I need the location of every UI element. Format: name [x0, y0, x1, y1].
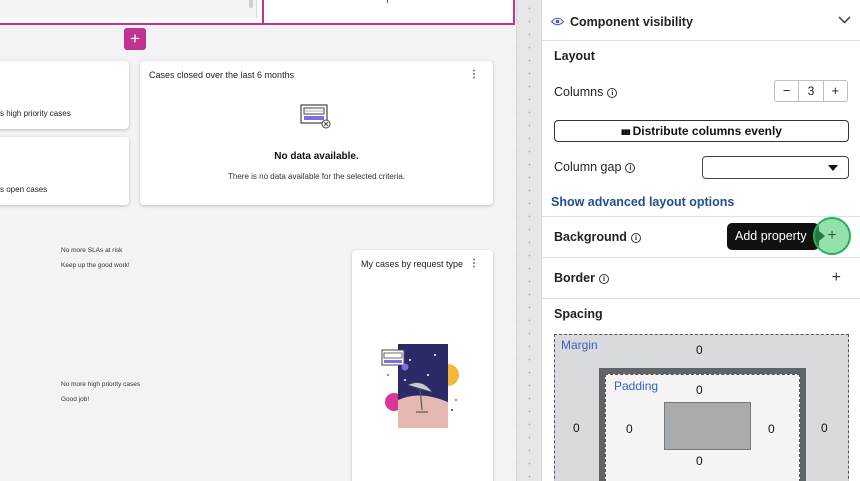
more-options-icon[interactable]: ⋮	[469, 259, 479, 269]
margin-box: Margin 0 0 0 Padding 0 0 0 0	[554, 334, 849, 481]
distribute-label: Distribute columns evenly	[632, 124, 782, 138]
info-icon[interactable]: i	[607, 88, 618, 98]
widget-title: Cases closed over the last 6 months	[149, 70, 295, 80]
add-property-tooltip: Add property	[727, 223, 825, 250]
divider	[542, 298, 860, 299]
high-priority-empty-title: No more high priority cases	[61, 381, 141, 388]
column-divider	[262, 0, 264, 23]
add-background-button[interactable]: +	[813, 217, 851, 255]
distribute-columns-button[interactable]: ▮▮▮ Distribute columns evenly	[554, 120, 849, 142]
margin-right-value[interactable]: 0	[821, 421, 828, 435]
component-visibility-header[interactable]: Component visibility	[542, 0, 860, 41]
empty-state-subtitle: There is no data available for the selec…	[228, 172, 405, 181]
padding-label: Padding	[614, 379, 659, 393]
column-gap-label: Column gap i	[554, 160, 636, 174]
padding-left-value[interactable]: 0	[626, 422, 633, 436]
columns-label-text: Columns	[554, 85, 604, 99]
widget-title: My cases by request type	[361, 259, 464, 269]
scrollbar[interactable]	[249, 0, 253, 8]
properties-panel: Component visibility Layout Columns i − 3…	[541, 0, 860, 481]
no-data-icon	[300, 104, 331, 129]
background-label: Background i	[554, 230, 641, 244]
columns-value[interactable]: 3	[798, 81, 824, 101]
high-priority-stat-card[interactable]: s high priority cases	[0, 61, 129, 129]
add-border-button[interactable]: +	[832, 269, 841, 287]
satellite-illustration	[381, 344, 459, 428]
chevron-down-icon[interactable]	[838, 16, 851, 24]
high-priority-empty-subtitle: Good job!	[61, 396, 90, 403]
border-label-text: Border	[554, 271, 595, 285]
more-options-icon[interactable]: ⋮	[469, 70, 479, 80]
padding-right-value[interactable]: 0	[768, 422, 775, 436]
plus-icon: +	[827, 227, 837, 244]
layout-section-title: Layout	[554, 49, 595, 63]
info-icon[interactable]: i	[598, 274, 609, 284]
dashboard-canvas: + s high priority cases s open cases Cas…	[0, 0, 516, 481]
selected-row-frame[interactable]	[0, 0, 515, 25]
divider	[542, 257, 860, 258]
decrement-button[interactable]: −	[775, 81, 798, 101]
column-gap-label-text: Column gap	[554, 160, 622, 174]
padding-border: Padding 0 0 0 0	[599, 368, 806, 481]
cases-closed-widget[interactable]: Cases closed over the last 6 months ⋮ No…	[140, 61, 493, 205]
caret-down-icon	[828, 165, 838, 171]
increment-button[interactable]: +	[824, 81, 847, 101]
canvas-gutter	[516, 0, 541, 481]
columns-icon: ▮▮▮	[621, 129, 631, 136]
stat-label: s high priority cases	[0, 109, 71, 118]
empty-state-title: No data available.	[274, 151, 359, 162]
margin-label: Margin	[561, 338, 598, 352]
divider	[542, 216, 860, 217]
margin-left-value[interactable]: 0	[573, 421, 580, 435]
panel-title: Component visibility	[570, 15, 693, 29]
padding-bottom-value[interactable]: 0	[696, 454, 703, 468]
padding-box: Padding 0 0 0 0	[605, 374, 800, 481]
add-row-button[interactable]: +	[124, 28, 146, 50]
sla-empty-subtitle: Keep up the good work!	[61, 262, 130, 269]
info-icon[interactable]: i	[630, 233, 641, 243]
advanced-layout-link[interactable]: Show advanced layout options	[551, 195, 734, 209]
padding-top-value[interactable]: 0	[696, 383, 703, 397]
eye-icon	[551, 17, 564, 26]
row-card[interactable]	[0, 0, 257, 18]
open-cases-stat-card[interactable]: s open cases	[0, 137, 129, 205]
content-box	[664, 402, 751, 450]
background-label-text: Background	[554, 230, 627, 244]
margin-top-value[interactable]: 0	[696, 343, 703, 357]
column-gap-select[interactable]	[702, 156, 849, 179]
info-icon[interactable]: i	[625, 163, 636, 173]
spacing-section-title: Spacing	[554, 307, 603, 321]
sla-empty-title: No more SLAs at risk	[61, 247, 123, 254]
columns-stepper[interactable]: − 3 +	[774, 80, 848, 102]
cases-by-request-type-widget[interactable]: My cases by request type ⋮	[352, 250, 493, 481]
border-label: Border i	[554, 271, 609, 285]
column-marker	[387, 0, 388, 3]
stat-label: s open cases	[0, 185, 48, 194]
columns-label: Columns i	[554, 85, 618, 99]
